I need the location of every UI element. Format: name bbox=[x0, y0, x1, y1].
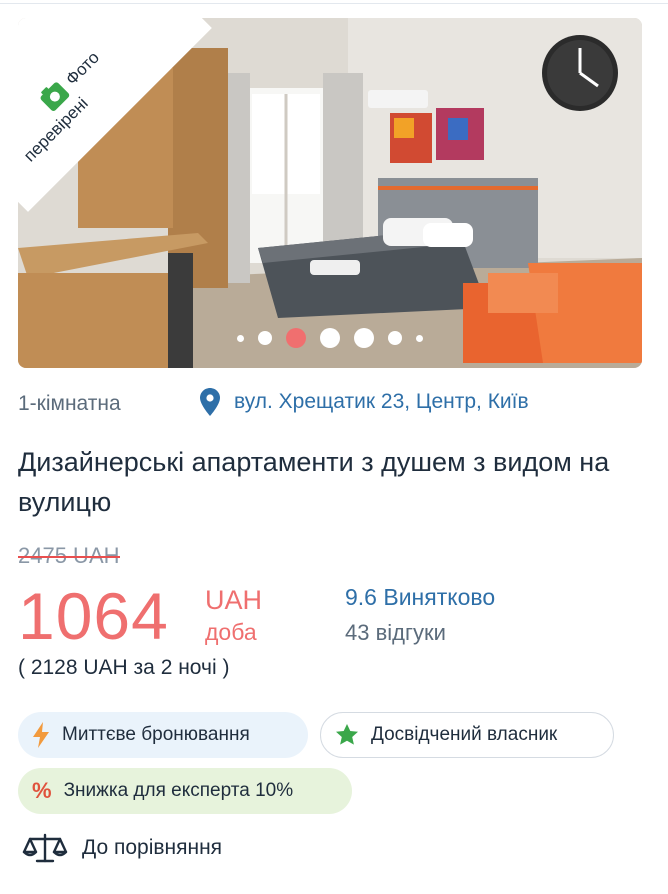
price-value: 1064 bbox=[18, 579, 169, 653]
star-icon bbox=[336, 724, 358, 745]
address-link[interactable]: вул. Хрещатик 23, Центр, Київ bbox=[200, 388, 529, 416]
carousel-dots bbox=[18, 328, 642, 348]
carousel-dot[interactable] bbox=[388, 331, 402, 345]
lightning-icon bbox=[33, 722, 49, 748]
top-divider bbox=[0, 0, 668, 4]
address-text: вул. Хрещатик 23, Центр, Київ bbox=[234, 390, 529, 413]
rating-score[interactable]: 9.6 Винятково bbox=[345, 584, 495, 611]
map-pin-icon bbox=[200, 388, 220, 416]
old-price: 2475 UAH bbox=[18, 543, 120, 568]
total-price: ( 2128 UAH за 2 ночі ) bbox=[18, 656, 230, 679]
carousel-dot-active[interactable] bbox=[286, 328, 306, 348]
room-photo-image bbox=[18, 18, 642, 368]
review-count[interactable]: 43 відгуки bbox=[345, 620, 446, 646]
expert-discount-label: Знижка для експерта 10% bbox=[63, 780, 294, 801]
scales-icon bbox=[22, 833, 68, 863]
carousel-dot[interactable] bbox=[258, 331, 272, 345]
experienced-host-label: Досвідчений власник bbox=[371, 724, 558, 745]
carousel-dot[interactable] bbox=[320, 328, 340, 348]
carousel-dot[interactable] bbox=[354, 328, 374, 348]
carousel-dot[interactable] bbox=[416, 334, 423, 342]
experienced-host-tag: Досвідчений власник bbox=[320, 712, 614, 758]
instant-booking-label: Миттєве бронювання bbox=[62, 724, 250, 745]
listing-photo[interactable]: Фото перевірені bbox=[18, 18, 642, 368]
instant-booking-tag: Миттєве бронювання bbox=[18, 712, 308, 758]
price-currency: UAH bbox=[205, 585, 263, 615]
carousel-dot[interactable] bbox=[237, 334, 244, 342]
compare-label: До порівняння bbox=[82, 836, 223, 859]
listing-title[interactable]: Дизайнерські апартаменти з душем з видом… bbox=[18, 442, 638, 522]
add-to-compare-button[interactable]: До порівняння bbox=[22, 832, 222, 864]
expert-discount-tag: % Знижка для експерта 10% bbox=[18, 768, 352, 814]
room-count: 1-кімнатна bbox=[18, 392, 121, 415]
percent-icon: % bbox=[32, 778, 52, 803]
price-period: доба bbox=[205, 619, 257, 645]
